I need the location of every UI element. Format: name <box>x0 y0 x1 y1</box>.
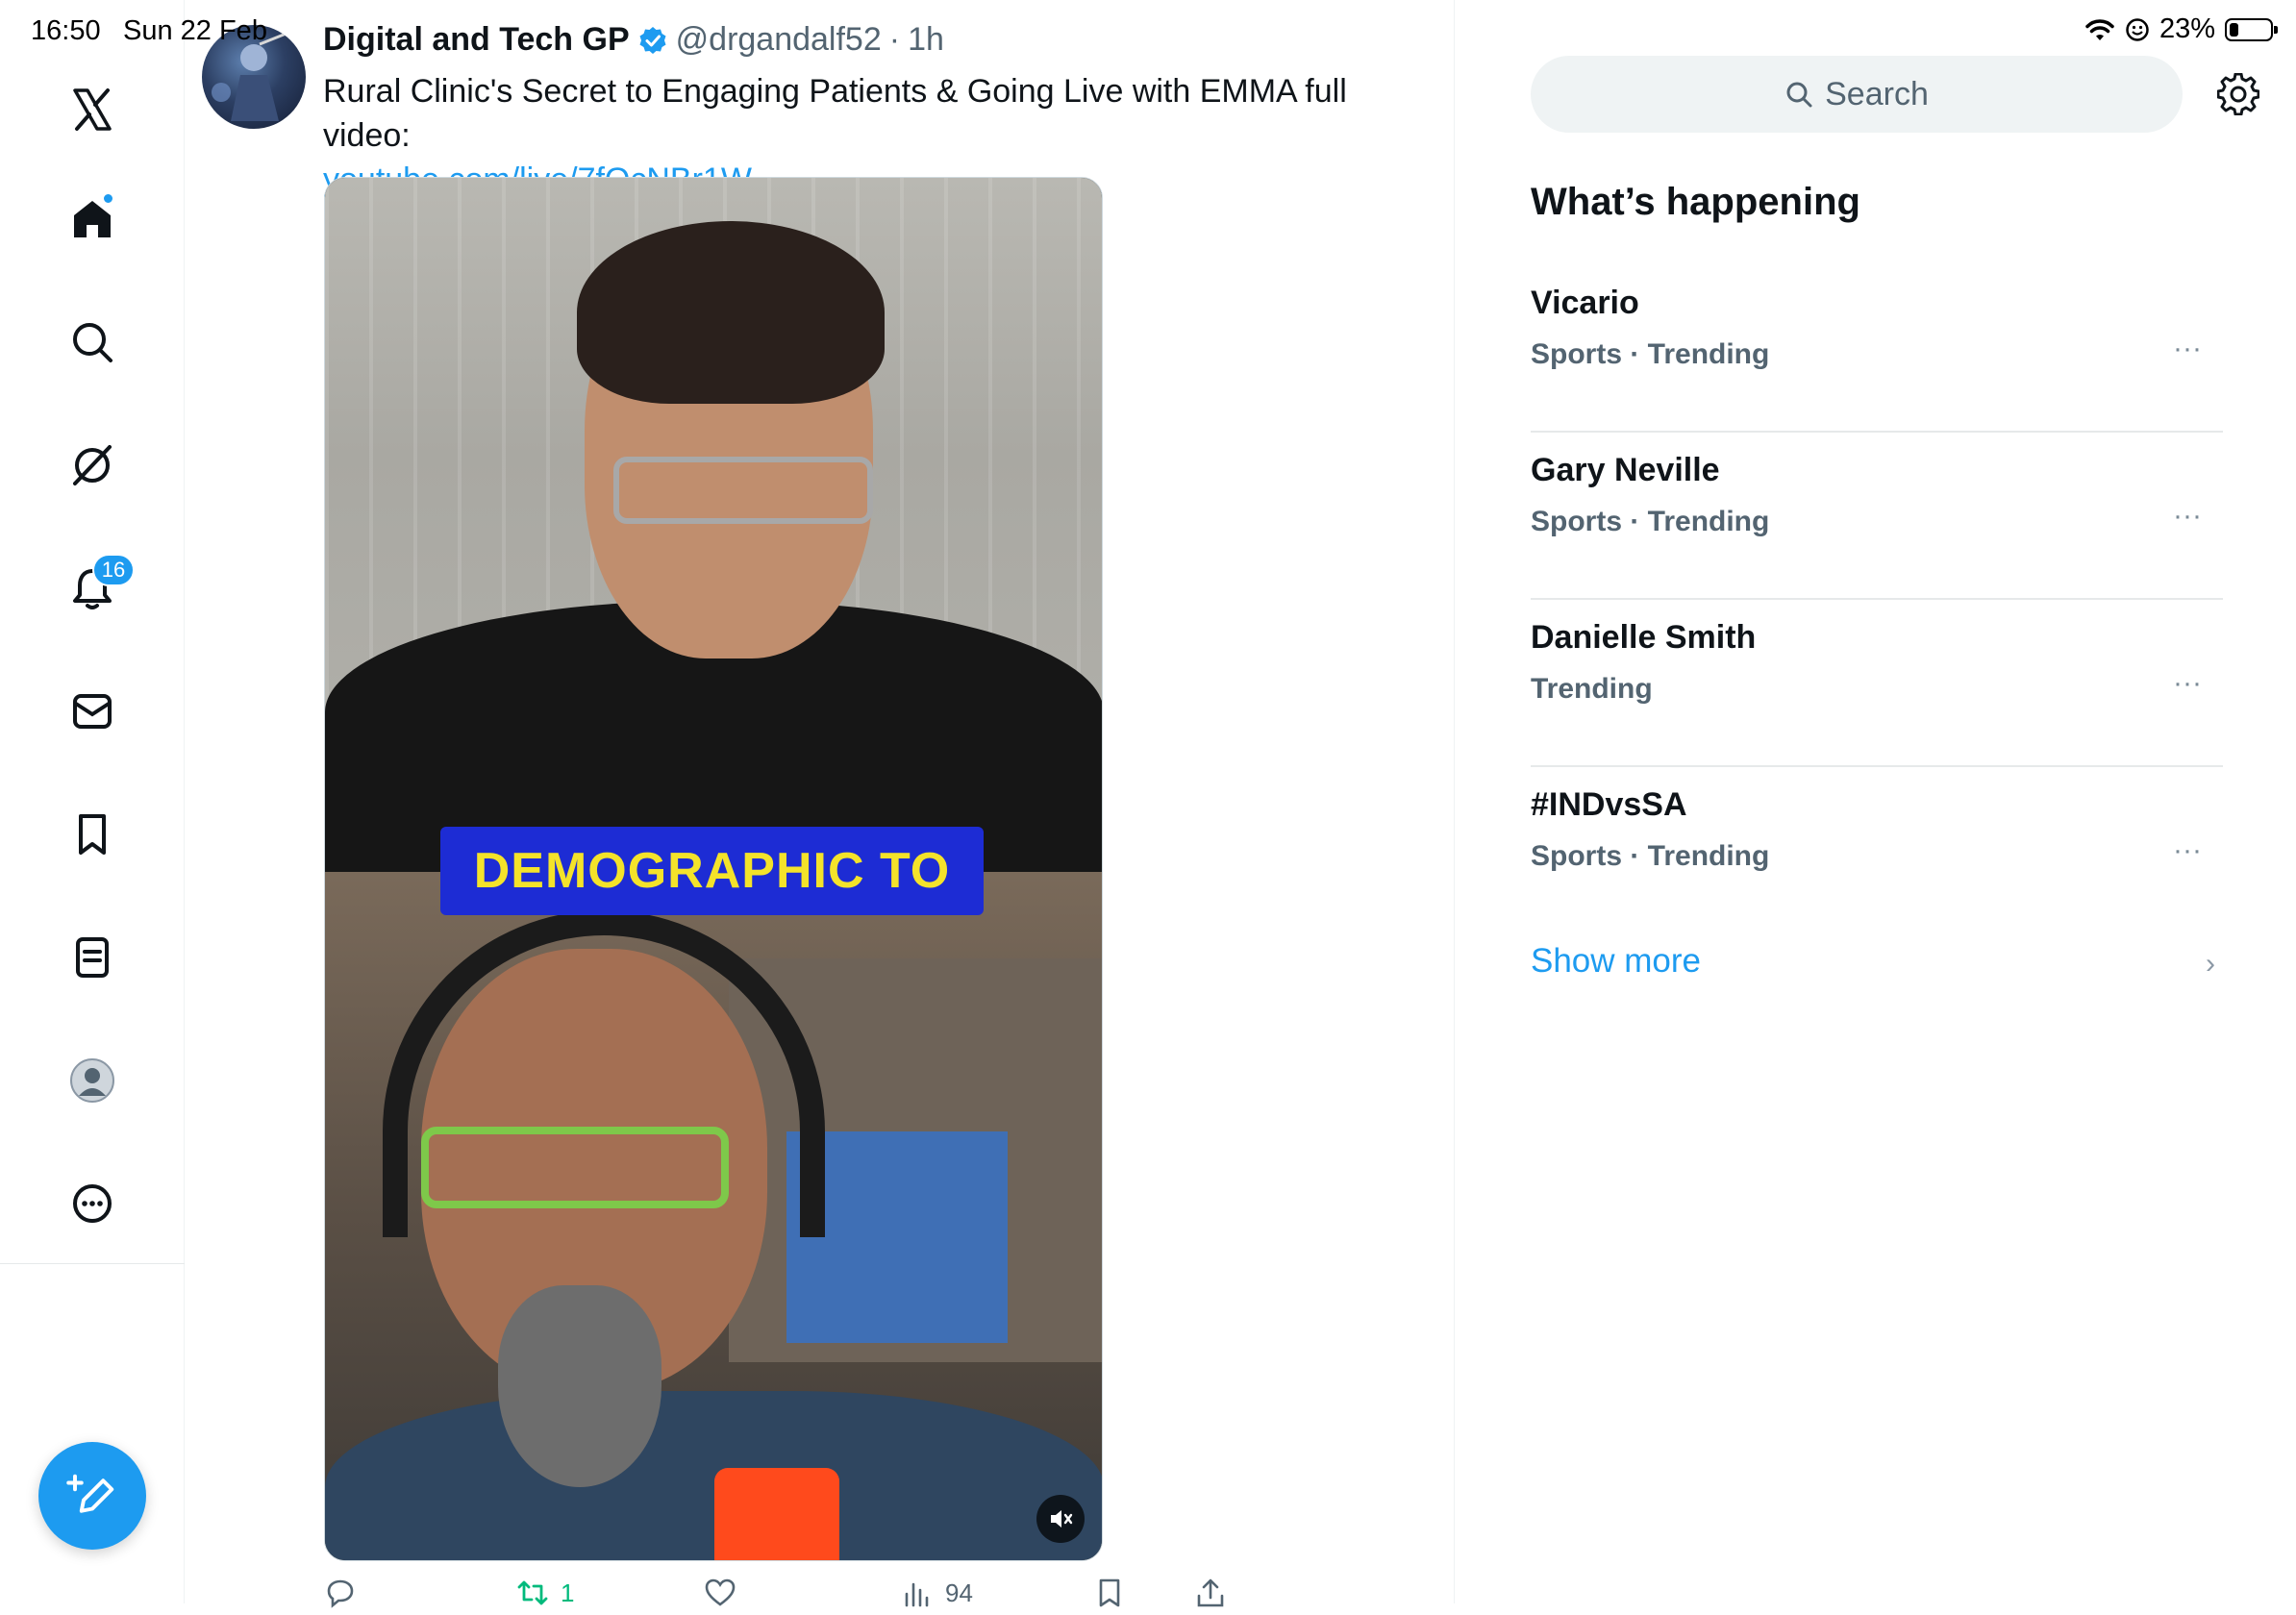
trend-meta: Trending <box>1531 673 1653 705</box>
mail-icon <box>73 694 112 729</box>
trend-meta: Sports · Trending <box>1531 506 1770 537</box>
right-panel: Search What’s happening Vicario Sports ·… <box>1455 0 2296 1603</box>
video-mute-button[interactable] <box>1036 1495 1085 1543</box>
sidebar-item-home[interactable] <box>54 181 131 258</box>
home-unread-dot <box>102 192 114 205</box>
search-placeholder: Search <box>1825 75 1929 112</box>
grok-icon <box>73 445 112 485</box>
show-more-label: Show more <box>1531 942 1702 980</box>
reply-button[interactable] <box>324 1577 368 1609</box>
video-caption: DEMOGRAPHIC TO <box>440 827 984 915</box>
share-button[interactable] <box>1194 1577 1227 1609</box>
show-more-link[interactable]: Show more › <box>1531 942 2223 1000</box>
trend-item[interactable]: Gary Neville Sports · Trending ··· <box>1531 433 2223 600</box>
tweet-header-separator: · <box>888 21 901 58</box>
whats-happening-title: What’s happening <box>1531 181 1860 223</box>
trend-more-button[interactable]: ··· <box>2163 492 2211 540</box>
tweet-author-name[interactable]: Digital and Tech GP <box>323 21 630 59</box>
trend-meta: Sports · Trending <box>1531 338 1770 370</box>
trend-item[interactable]: Vicario Sports · Trending ··· <box>1531 265 2223 433</box>
bookmark-icon <box>79 814 106 855</box>
search-icon <box>73 323 112 362</box>
trend-item[interactable]: #INDvsSA Sports · Trending ··· <box>1531 767 2223 934</box>
heart-icon <box>705 1578 736 1606</box>
verified-badge-icon <box>639 26 666 54</box>
trend-name: Danielle Smith <box>1531 619 1757 656</box>
avatar-icon <box>70 1058 114 1103</box>
tweet-author-avatar[interactable] <box>202 25 306 129</box>
sidebar-item-notifications[interactable]: 16 <box>54 550 135 627</box>
like-button[interactable] <box>704 1577 748 1609</box>
tweet-video[interactable]: DEMOGRAPHIC TO <box>324 177 1103 1561</box>
trend-more-button[interactable]: ··· <box>2163 827 2211 875</box>
tweet-header: Digital and Tech GP @drgandalf52 · 1h <box>323 21 944 59</box>
retweet-icon <box>517 1580 548 1605</box>
sidebar-item-messages[interactable] <box>54 673 131 750</box>
reply-icon <box>327 1579 354 1608</box>
main-timeline: Digital and Tech GP @drgandalf52 · 1h Ru… <box>185 0 1455 1608</box>
video-top-frame <box>325 178 1102 880</box>
avatar-artwork <box>212 31 289 121</box>
share-icon <box>1197 1578 1224 1607</box>
gear-icon <box>2217 73 2259 115</box>
sidebar-item-grok[interactable] <box>54 427 131 504</box>
compose-icon <box>66 1474 114 1513</box>
sidebar-nav: 16 <box>0 0 185 1603</box>
more-circle-icon <box>73 1184 112 1223</box>
trend-name: Gary Neville <box>1531 452 1720 488</box>
views-chart-icon <box>905 1582 929 1607</box>
trend-more-button[interactable]: ··· <box>2163 659 2211 708</box>
sidebar-divider <box>0 1263 185 1264</box>
search-icon <box>1786 82 1812 108</box>
tweet-timestamp[interactable]: 1h <box>908 21 944 59</box>
bookmark-outline-icon <box>1099 1578 1120 1607</box>
x-logo-icon <box>73 88 112 131</box>
trend-name: #INDvsSA <box>1531 786 1687 823</box>
search-input[interactable]: Search <box>1531 56 2183 133</box>
sidebar-item-more[interactable] <box>54 1165 131 1242</box>
trend-name: Vicario <box>1531 285 1639 321</box>
speaker-muted-icon <box>1051 1510 1073 1528</box>
bookmark-button[interactable] <box>1093 1577 1126 1609</box>
retweet-button[interactable]: 1 <box>516 1577 574 1609</box>
sidebar-item-profile[interactable] <box>54 1042 131 1119</box>
sidebar-item-bookmarks[interactable] <box>54 796 131 873</box>
tweet-actions: 1 94 <box>324 1577 1420 1615</box>
views-button[interactable]: 94 <box>901 1577 973 1609</box>
sidebar-item-lists[interactable] <box>54 919 131 996</box>
compose-button[interactable] <box>38 1442 146 1550</box>
trend-item[interactable]: Danielle Smith Trending ··· <box>1531 600 2223 767</box>
notifications-badge: 16 <box>92 554 135 586</box>
chevron-right-icon: › <box>2206 948 2215 980</box>
list-icon <box>76 937 109 978</box>
tweet-author-handle[interactable]: @drgandalf52 <box>676 21 882 59</box>
trend-more-button[interactable]: ··· <box>2163 325 2211 373</box>
x-logo-button[interactable] <box>54 71 131 148</box>
tweet-text: Rural Clinic's Secret to Engaging Patien… <box>323 73 1347 154</box>
sidebar-item-explore[interactable] <box>54 304 131 381</box>
video-bottom-frame <box>325 872 1102 1560</box>
settings-button[interactable] <box>2211 67 2265 121</box>
trend-meta: Sports · Trending <box>1531 840 1770 872</box>
